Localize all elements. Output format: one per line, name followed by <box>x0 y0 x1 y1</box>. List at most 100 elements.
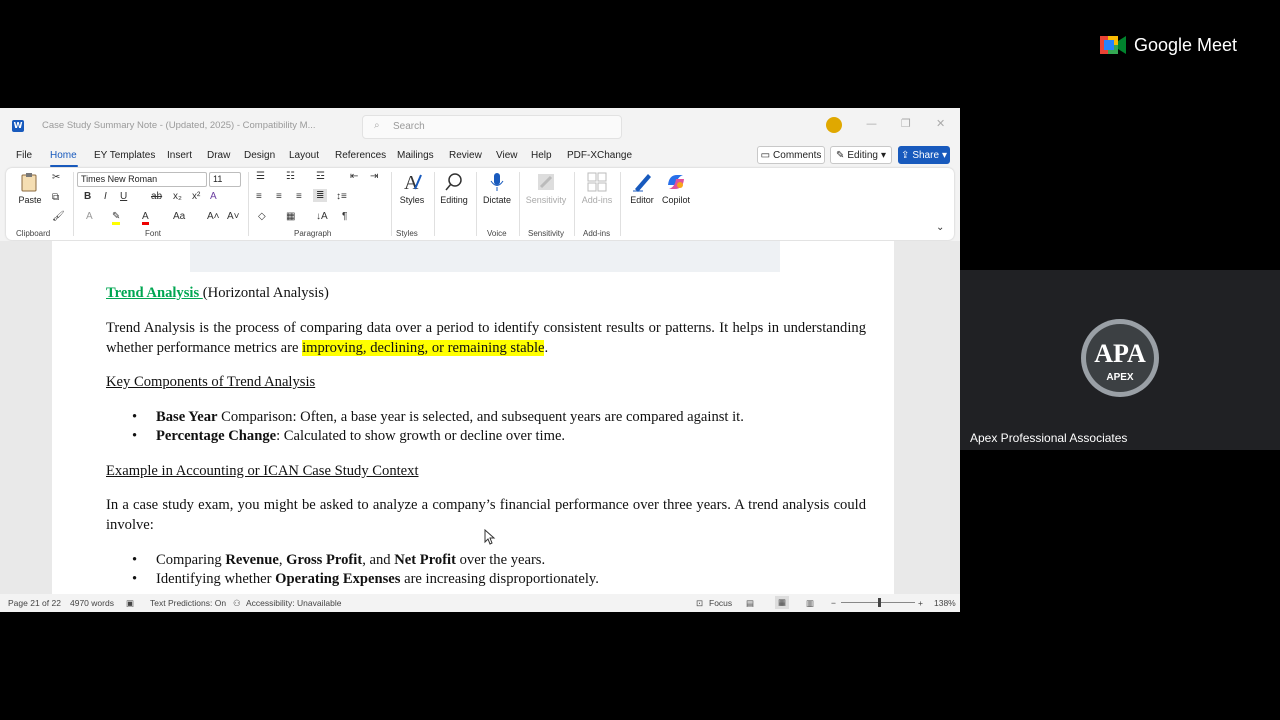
maximize-icon[interactable]: ❐ <box>901 117 911 130</box>
zoom-out-icon[interactable]: − <box>831 598 836 608</box>
tab-ey-templates[interactable]: EY Templates <box>94 150 155 161</box>
sensitivity-icon <box>538 174 554 190</box>
comments-button[interactable]: ▭ Comments <box>757 146 825 164</box>
copilot-button[interactable]: Copilot <box>658 171 694 205</box>
copy-icon[interactable]: ⧉ <box>52 192 59 203</box>
editor-button[interactable]: Editor <box>624 171 660 205</box>
group-label-addins: Add-ins <box>583 229 611 238</box>
font-color-icon[interactable]: A <box>142 211 149 225</box>
heading-rest: (Horizontal Analysis) <box>202 285 329 301</box>
zoom-slider-thumb[interactable] <box>878 598 881 607</box>
focus-button[interactable]: Focus <box>709 598 732 608</box>
separator <box>434 172 435 236</box>
word-count[interactable]: 4970 words <box>70 598 114 608</box>
sort-icon[interactable]: ↓A <box>316 211 328 222</box>
underline-icon[interactable]: U <box>120 191 127 202</box>
dictate-button[interactable]: Dictate <box>479 171 515 205</box>
zoom-in-icon[interactable]: + <box>918 598 923 608</box>
show-marks-icon[interactable]: ¶ <box>342 211 347 222</box>
addins-label: Add-ins <box>581 195 613 205</box>
tab-draw[interactable]: Draw <box>207 150 230 161</box>
bold-icon[interactable]: B <box>84 191 91 202</box>
tab-insert[interactable]: Insert <box>167 150 192 161</box>
web-layout-icon[interactable]: ▥ <box>806 598 814 609</box>
align-left-icon[interactable]: ≡ <box>256 191 262 202</box>
tab-pdf-xchange[interactable]: PDF-XChange <box>567 150 632 161</box>
zoom-level[interactable]: 138% <box>934 598 956 608</box>
editing-mode-button[interactable]: ✎ Editing ▾ <box>830 146 892 164</box>
addins-button[interactable]: Add-ins <box>579 171 615 205</box>
tab-file[interactable]: File <box>16 150 32 161</box>
bullet-marker: • <box>132 409 138 425</box>
bullets-icon[interactable]: ☰ <box>256 171 265 182</box>
highlight-icon[interactable]: ✎ <box>112 211 121 225</box>
grow-font-icon[interactable]: A˄ <box>207 211 220 222</box>
print-layout-icon[interactable]: ▦ <box>775 596 790 609</box>
shrink-font-icon[interactable]: A˅ <box>227 211 240 222</box>
share-button[interactable]: ⇪ Share ▾ <box>898 146 950 164</box>
align-right-icon[interactable]: ≡ <box>296 191 302 202</box>
tab-mailings[interactable]: Mailings <box>397 150 434 161</box>
heading-link[interactable]: Trend Analysis <box>106 285 203 301</box>
strikethrough-icon[interactable]: ab <box>151 191 162 202</box>
proofing-icon[interactable]: ▣ <box>126 598 134 609</box>
paste-button[interactable]: Paste <box>12 171 48 205</box>
font-name-select[interactable]: Times New Roman <box>77 172 207 187</box>
ribbon: Paste ✂ ⧉ 🖌 Clipboard Times New Roman 11… <box>6 168 954 240</box>
superscript-icon[interactable]: x² <box>192 191 200 202</box>
participant-name: Apex Professional Associates <box>970 431 1128 445</box>
close-icon[interactable]: ✕ <box>936 117 945 130</box>
document-page[interactable]: Trend Analysis (Horizontal Analysis) Tre… <box>52 241 894 594</box>
read-mode-icon[interactable]: ▤ <box>746 598 754 609</box>
minimize-icon[interactable]: — <box>866 117 877 130</box>
separator <box>391 172 392 236</box>
search-box[interactable]: ⌕ Search <box>362 115 622 139</box>
editing-button[interactable]: Editing <box>436 171 472 205</box>
format-painter-icon[interactable]: 🖌 <box>52 211 65 222</box>
pencil-icon: ✎ <box>836 149 845 161</box>
account-avatar[interactable] <box>826 117 842 133</box>
tab-home[interactable]: Home <box>50 150 77 161</box>
text-effects-icon[interactable]: A <box>86 211 93 222</box>
tab-review[interactable]: Review <box>449 150 482 161</box>
group-label-sensitivity: Sensitivity <box>528 229 565 238</box>
borders-icon[interactable]: ▦ <box>286 211 295 222</box>
italic-icon[interactable]: I <box>104 191 107 202</box>
subheading-key-components: Key Components of Trend Analysis <box>106 374 316 390</box>
tab-help[interactable]: Help <box>531 150 552 161</box>
tab-layout[interactable]: Layout <box>289 150 319 161</box>
text-predictions[interactable]: Text Predictions: On <box>150 598 226 608</box>
styles-button[interactable]: A Styles <box>394 171 430 205</box>
styles-label: Styles <box>399 195 425 205</box>
document-title[interactable]: Case Study Summary Note - (Updated, 2025… <box>42 120 316 131</box>
comment-icon: ▭ <box>760 149 771 161</box>
decrease-indent-icon[interactable]: ⇤ <box>350 171 358 182</box>
sensitivity-button[interactable]: Sensitivity <box>523 171 569 205</box>
collapse-ribbon-icon[interactable]: ⌄ <box>936 222 944 233</box>
editing-ribbon-label: Editing <box>440 195 468 205</box>
increase-indent-icon[interactable]: ⇥ <box>370 171 378 182</box>
numbering-icon[interactable]: ☷ <box>286 171 295 182</box>
tab-view[interactable]: View <box>496 150 518 161</box>
multilevel-list-icon[interactable]: ☲ <box>316 171 325 182</box>
clipboard-icon <box>21 173 37 192</box>
mouse-pointer-icon <box>484 529 496 545</box>
clear-formatting-icon[interactable]: A <box>210 191 217 202</box>
participant-tile[interactable]: APA APEX Apex Professional Associates <box>960 270 1280 450</box>
line-spacing-icon[interactable]: ↕≡ <box>336 191 347 202</box>
font-size-select[interactable]: 11 <box>209 172 241 187</box>
heading-trend-analysis: Trend Analysis (Horizontal Analysis) <box>106 283 866 303</box>
justify-icon[interactable]: ≣ <box>313 189 328 202</box>
accessibility-status[interactable]: Accessibility: Unavailable <box>246 598 341 608</box>
svg-text:APA: APA <box>1094 339 1146 368</box>
svg-text:APEX: APEX <box>1106 372 1134 383</box>
shading-icon[interactable]: ◇ <box>258 211 266 222</box>
change-case-icon[interactable]: Aa <box>173 211 185 222</box>
cut-icon[interactable]: ✂ <box>52 172 60 183</box>
tab-references[interactable]: References <box>335 150 386 161</box>
tab-design[interactable]: Design <box>244 150 275 161</box>
page-count[interactable]: Page 21 of 22 <box>8 598 61 608</box>
subscript-icon[interactable]: x₂ <box>173 191 182 202</box>
highlighted-text: improving, declining, or remaining stabl… <box>302 340 545 356</box>
align-center-icon[interactable]: ≡ <box>276 191 282 202</box>
